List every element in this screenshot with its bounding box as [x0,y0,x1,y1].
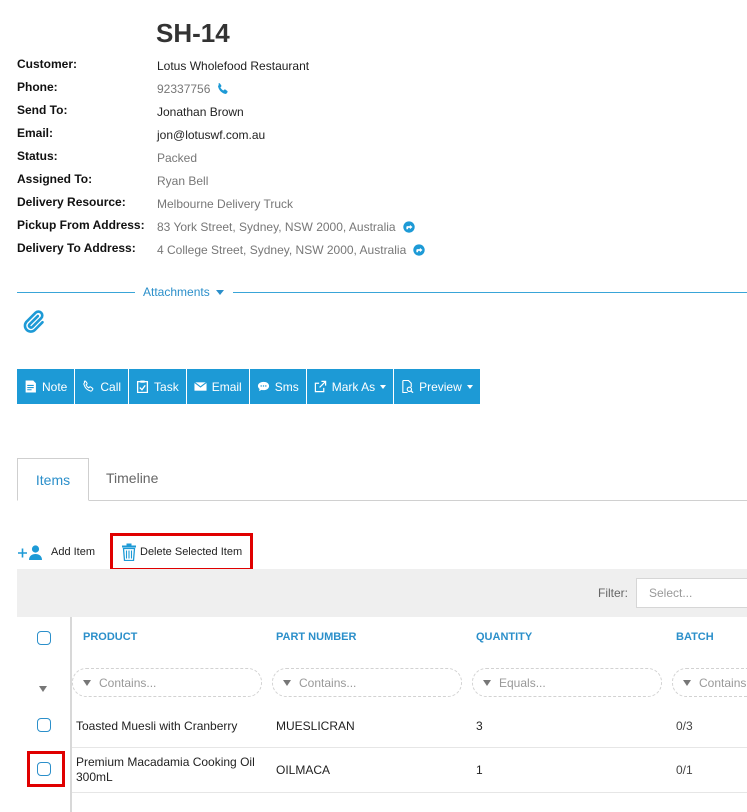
column-header-batch[interactable]: BATCH [676,631,714,643]
chevron-down-icon [215,289,224,295]
email-label: Email: [17,126,54,140]
page-title: SH-14 [156,18,230,48]
paperclip-icon[interactable] [20,309,46,335]
table-cell-batch: 0/3 [676,719,693,733]
funnel-icon [483,679,491,686]
funnel-icon [83,679,91,686]
filter-label: Filter: [598,586,628,600]
status-value: Packed [157,151,198,165]
filter-row-icon [39,679,47,697]
share-icon [314,380,326,393]
envelope-icon [193,381,207,391]
table-cell-product: Premium Macadamia Cooking Oil 300mL [76,755,255,784]
chevron-down-icon [380,384,387,389]
product-filter-input[interactable]: Contains... [72,668,262,697]
table-cell-quantity: 1 [476,763,483,777]
customer-label: Customer: [17,57,78,71]
phone-icon[interactable] [216,82,230,96]
table-cell-part-number: MUESLICRAN [276,719,355,733]
row-checkbox-highlight [27,751,65,787]
chevron-down-icon [466,384,473,389]
divider [17,292,135,293]
preview-button[interactable]: Preview [394,369,480,404]
attachments-label: Attachments [143,285,210,299]
tab-items[interactable]: Items [17,458,89,501]
status-label: Status: [17,149,58,163]
grid-filter-bar: Filter: Select... [17,569,747,617]
delivery-address-value: 4 College Street, Sydney, NSW 2000, Aust… [157,243,426,257]
mark-as-button[interactable]: Mark As [306,369,394,404]
column-header-part-number[interactable]: PART NUMBER [276,631,356,643]
column-header-product[interactable]: PRODUCT [83,631,137,643]
email-value[interactable]: jon@lotuswf.com.au [157,128,265,142]
assigned-to-value: Ryan Bell [157,174,209,188]
directions-icon[interactable] [412,243,426,257]
table-cell-product: Toasted Muesli with Cranberry [76,719,238,733]
pickup-address-value: 83 York Street, Sydney, NSW 2000, Austra… [157,220,416,234]
call-button[interactable]: Call [75,369,129,404]
row-divider [72,792,747,793]
clipboard-check-icon [137,380,149,393]
tabs-divider [17,500,747,501]
add-item-button[interactable]: Add Item [17,543,95,561]
delivery-resource-label: Delivery Resource: [17,195,126,209]
document-search-icon [402,380,414,393]
filter-select[interactable]: Select... [636,578,747,608]
chat-bubble-icon [257,381,269,392]
delivery-address-label: Delivery To Address: [17,241,136,255]
table-cell-quantity: 3 [476,719,483,733]
delivery-resource-value: Melbourne Delivery Truck [157,197,294,211]
column-header-quantity[interactable]: QUANTITY [476,631,532,643]
directions-icon[interactable] [402,220,416,234]
phone-label: Phone: [17,80,58,94]
customer-value: Lotus Wholefood Restaurant [157,59,310,73]
delete-selected-button[interactable]: Delete Selected Item [110,533,253,571]
part-number-filter-input[interactable]: Contains... [272,668,462,697]
task-button[interactable]: Task [129,369,186,404]
divider [233,292,747,293]
quantity-filter-input[interactable]: Equals... [472,668,662,697]
send-to-value: Jonathan Brown [157,105,244,119]
phone-icon [83,380,94,392]
batch-filter-input[interactable]: Contains [672,668,747,697]
action-toolbar: Note Call Task Email Sms Mark As Preview [17,369,480,404]
email-button[interactable]: Email [186,369,249,404]
send-to-label: Send To: [17,103,68,117]
row-divider [72,747,747,748]
assigned-to-label: Assigned To: [17,172,93,186]
select-all-checkbox[interactable] [37,631,51,645]
row-checkbox[interactable] [37,718,51,732]
table-cell-part-number: OILMACA [276,763,331,777]
add-user-icon [18,545,42,560]
tab-timeline[interactable]: Timeline [106,470,158,486]
phone-value: 92337756 [157,82,230,96]
sms-button[interactable]: Sms [249,369,306,404]
trash-icon [122,543,136,561]
attachments-toggle[interactable]: Attachments [143,285,224,299]
grid-column-divider [70,617,72,812]
note-button[interactable]: Note [17,369,75,404]
note-icon [25,380,36,393]
pickup-address-label: Pickup From Address: [17,218,145,232]
funnel-icon [683,679,691,686]
funnel-icon [283,679,291,686]
table-cell-batch: 0/1 [676,763,693,777]
